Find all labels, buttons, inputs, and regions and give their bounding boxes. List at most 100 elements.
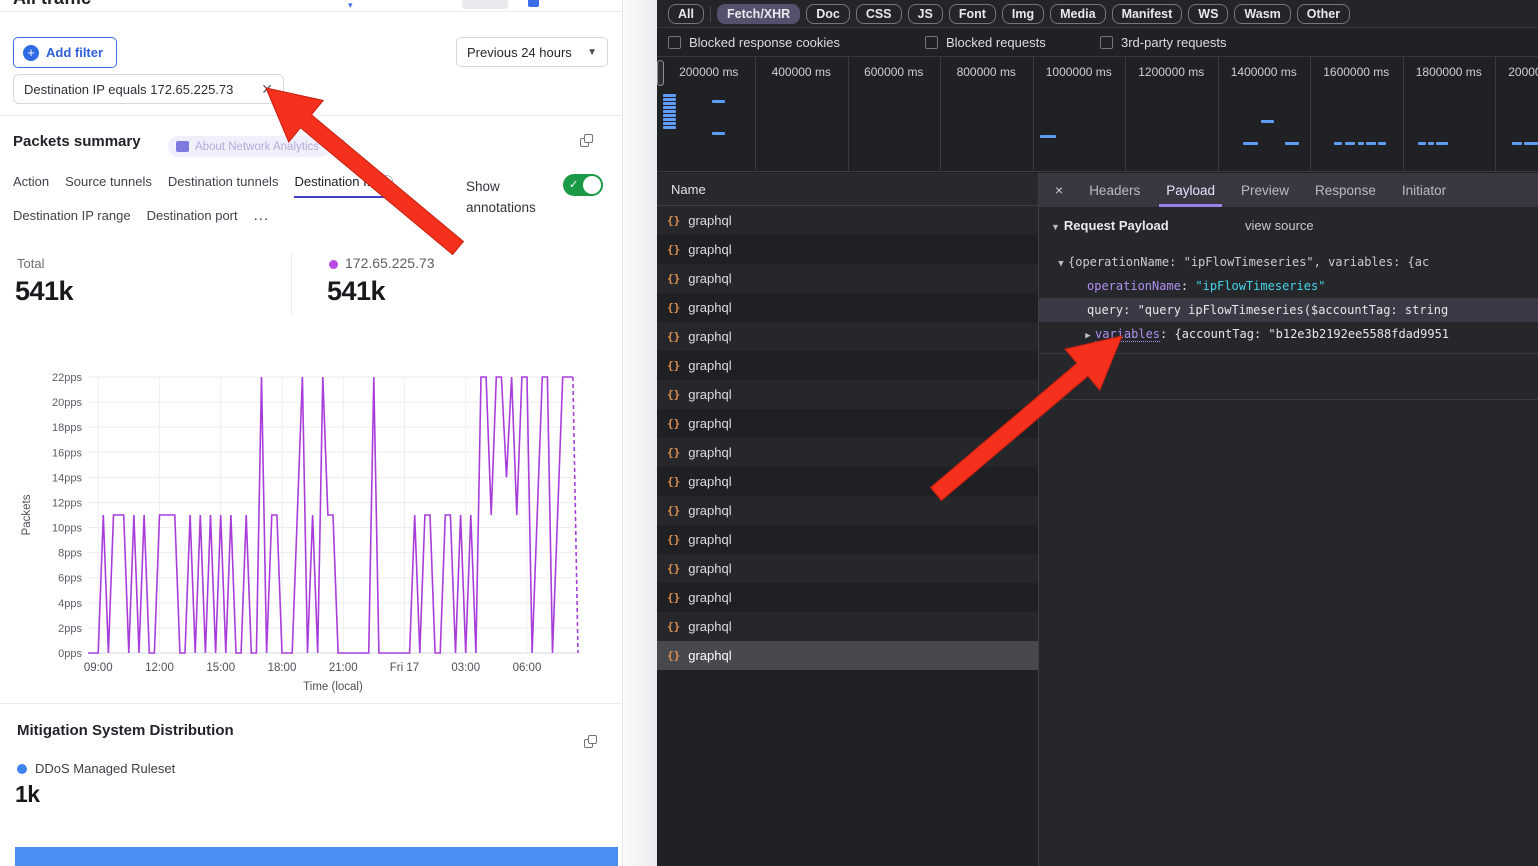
request-filter-pill-ws[interactable]: WS [1188, 4, 1228, 24]
tab-source-tunnels[interactable]: Source tunnels [65, 174, 152, 198]
json-braces-icon: {} [667, 417, 680, 430]
request-filter-pill-manifest[interactable]: Manifest [1112, 4, 1183, 24]
request-name: graphql [688, 474, 731, 489]
request-filter-pill-font[interactable]: Font [949, 4, 996, 24]
network-overview-timeline[interactable]: 200000 ms400000 ms600000 ms800000 ms1000… [657, 57, 1538, 172]
tab-label: Destination IP range [13, 208, 131, 223]
show-annotations-toggle[interactable]: ✓ [563, 174, 603, 196]
request-filter-pill-doc[interactable]: Doc [806, 4, 850, 24]
json-braces-icon: {} [667, 301, 680, 314]
request-filter-pill-js[interactable]: JS [908, 4, 943, 24]
expand-card-icon[interactable] [584, 735, 597, 748]
tab-destination-port[interactable]: Destination port [147, 207, 238, 233]
tab-destination-ip[interactable]: Destination IPi [294, 174, 393, 198]
timeline-tick-label: 1400000 ms [1231, 65, 1297, 79]
about-network-analytics-badge[interactable]: About Network Analytics [168, 136, 331, 157]
timeline-tick-label: 1600000 ms [1323, 65, 1389, 79]
network-request-row[interactable]: {}graphql [657, 525, 1038, 554]
payload-tree-row[interactable]: ▼{operationName: "ipFlowTimeseries", var… [1039, 250, 1538, 274]
network-request-row[interactable]: {}graphql [657, 380, 1038, 409]
network-request-row[interactable]: {}graphql [657, 612, 1038, 641]
json-braces-icon: {} [667, 591, 680, 604]
time-range-select[interactable]: Previous 24 hours ▼ [456, 37, 608, 67]
network-request-row[interactable]: {}graphql [657, 641, 1038, 670]
network-request-row[interactable]: {}graphql [657, 264, 1038, 293]
request-filter-pill-img[interactable]: Img [1002, 4, 1044, 24]
checkbox-icon [925, 36, 938, 49]
request-filter-pill-other[interactable]: Other [1297, 4, 1350, 24]
request-name: graphql [688, 532, 731, 547]
network-request-row[interactable]: {}graphql [657, 293, 1038, 322]
svg-text:12pps: 12pps [52, 497, 82, 509]
request-name: graphql [688, 590, 731, 605]
request-timing-bar [712, 100, 725, 103]
checkbox-3rd-party-requests[interactable]: 3rd-party requests [1100, 28, 1227, 57]
checkbox-blocked-response-cookies[interactable]: Blocked response cookies [668, 28, 840, 57]
tab-destination-tunnels[interactable]: Destination tunnels [168, 174, 279, 198]
svg-text:14pps: 14pps [52, 472, 82, 484]
payload-tree-row[interactable]: ▶variables: {accountTag: "b12e3b2192ee55… [1039, 322, 1538, 346]
payload-tree-row[interactable]: query: "query ipFlowTimeseries($accountT… [1039, 298, 1538, 322]
request-filter-pill-fetch-xhr[interactable]: Fetch/XHR [717, 4, 800, 24]
clipped-blue-icon[interactable] [528, 0, 539, 7]
detail-tab-preview[interactable]: Preview [1241, 173, 1289, 207]
add-filter-button[interactable]: + Add filter [13, 37, 117, 68]
network-request-row[interactable]: {}graphql [657, 322, 1038, 351]
network-request-row[interactable]: {}graphql [657, 438, 1038, 467]
detail-tab-headers[interactable]: Headers [1089, 173, 1140, 207]
add-filter-label: Add filter [46, 45, 103, 60]
timeline-gridline [848, 57, 849, 171]
svg-text:21:00: 21:00 [329, 662, 358, 674]
close-icon[interactable]: × [1055, 182, 1063, 198]
request-filter-pill-media[interactable]: Media [1050, 4, 1105, 24]
filter-chip[interactable]: Destination IP equals 172.65.225.73 ✕ [13, 74, 284, 104]
tab-action[interactable]: Action [13, 174, 49, 198]
network-request-row[interactable]: {}graphql [657, 206, 1038, 235]
network-request-row[interactable]: {}graphql [657, 554, 1038, 583]
payload-token: : [1181, 279, 1195, 293]
detail-tab-payload[interactable]: Payload [1166, 173, 1215, 207]
request-name: graphql [688, 561, 731, 576]
svg-text:6pps: 6pps [58, 573, 82, 585]
payload-tree-row[interactable]: operationName: "ipFlowTimeseries" [1039, 274, 1538, 298]
request-timing-bar [1261, 120, 1274, 123]
timeline-gridline [1495, 57, 1496, 171]
svg-text:06:00: 06:00 [513, 662, 542, 674]
request-filter-pill-css[interactable]: CSS [856, 4, 902, 24]
timeline-scroll-handle[interactable] [657, 60, 664, 86]
request-name: graphql [688, 445, 731, 460]
detail-tab-initiator[interactable]: Initiator [1402, 173, 1446, 207]
request-name: graphql [688, 503, 731, 518]
request-name: graphql [688, 271, 731, 286]
network-request-row[interactable]: {}graphql [657, 409, 1038, 438]
checkbox-blocked-requests[interactable]: Blocked requests [925, 28, 1046, 57]
payload-token: {operationName: "ipFlowTimeseries", vari… [1068, 255, 1429, 269]
tab-destination-ip-range[interactable]: Destination IP range [13, 207, 131, 233]
network-table-header[interactable]: Name [657, 173, 1038, 206]
payload-divider [1039, 399, 1538, 400]
request-filter-pill-wasm[interactable]: Wasm [1234, 4, 1290, 24]
expand-card-icon[interactable] [580, 134, 593, 147]
request-filter-pill-all[interactable]: All [668, 4, 704, 24]
packets-timeseries-chart[interactable]: 0pps2pps4pps6pps8pps10pps12pps14pps16pps… [0, 352, 623, 697]
view-source-link[interactable]: view source [1245, 218, 1314, 233]
request-timing-bar [663, 94, 676, 97]
mitigation-distribution-bar[interactable] [15, 847, 618, 866]
summary-tabs-row2: Destination IP range Destination port... [13, 207, 269, 233]
detail-tab-response[interactable]: Response [1315, 173, 1376, 207]
more-tabs-button[interactable]: ... [254, 207, 270, 233]
expander-icon[interactable]: ▶ [1081, 324, 1095, 346]
expander-icon[interactable]: ▼ [1054, 252, 1068, 274]
network-request-row[interactable]: {}graphql [657, 351, 1038, 380]
request-timing-bar [1418, 142, 1426, 145]
remove-filter-icon[interactable]: ✕ [261, 81, 273, 98]
network-request-row[interactable]: {} graphql [657, 583, 1038, 612]
request-payload-header[interactable]: ▼ Request Payload [1051, 218, 1169, 233]
network-request-row[interactable]: {}graphql [657, 235, 1038, 264]
checkbox-icon [668, 36, 681, 49]
network-request-row[interactable]: {}graphql [657, 496, 1038, 525]
analytics-panel: All traffic ▾ + Add filter Previous 24 h… [0, 0, 623, 866]
clipped-button[interactable] [462, 0, 508, 9]
network-request-row[interactable]: {}graphql [657, 467, 1038, 496]
svg-text:2pps: 2pps [58, 623, 82, 635]
